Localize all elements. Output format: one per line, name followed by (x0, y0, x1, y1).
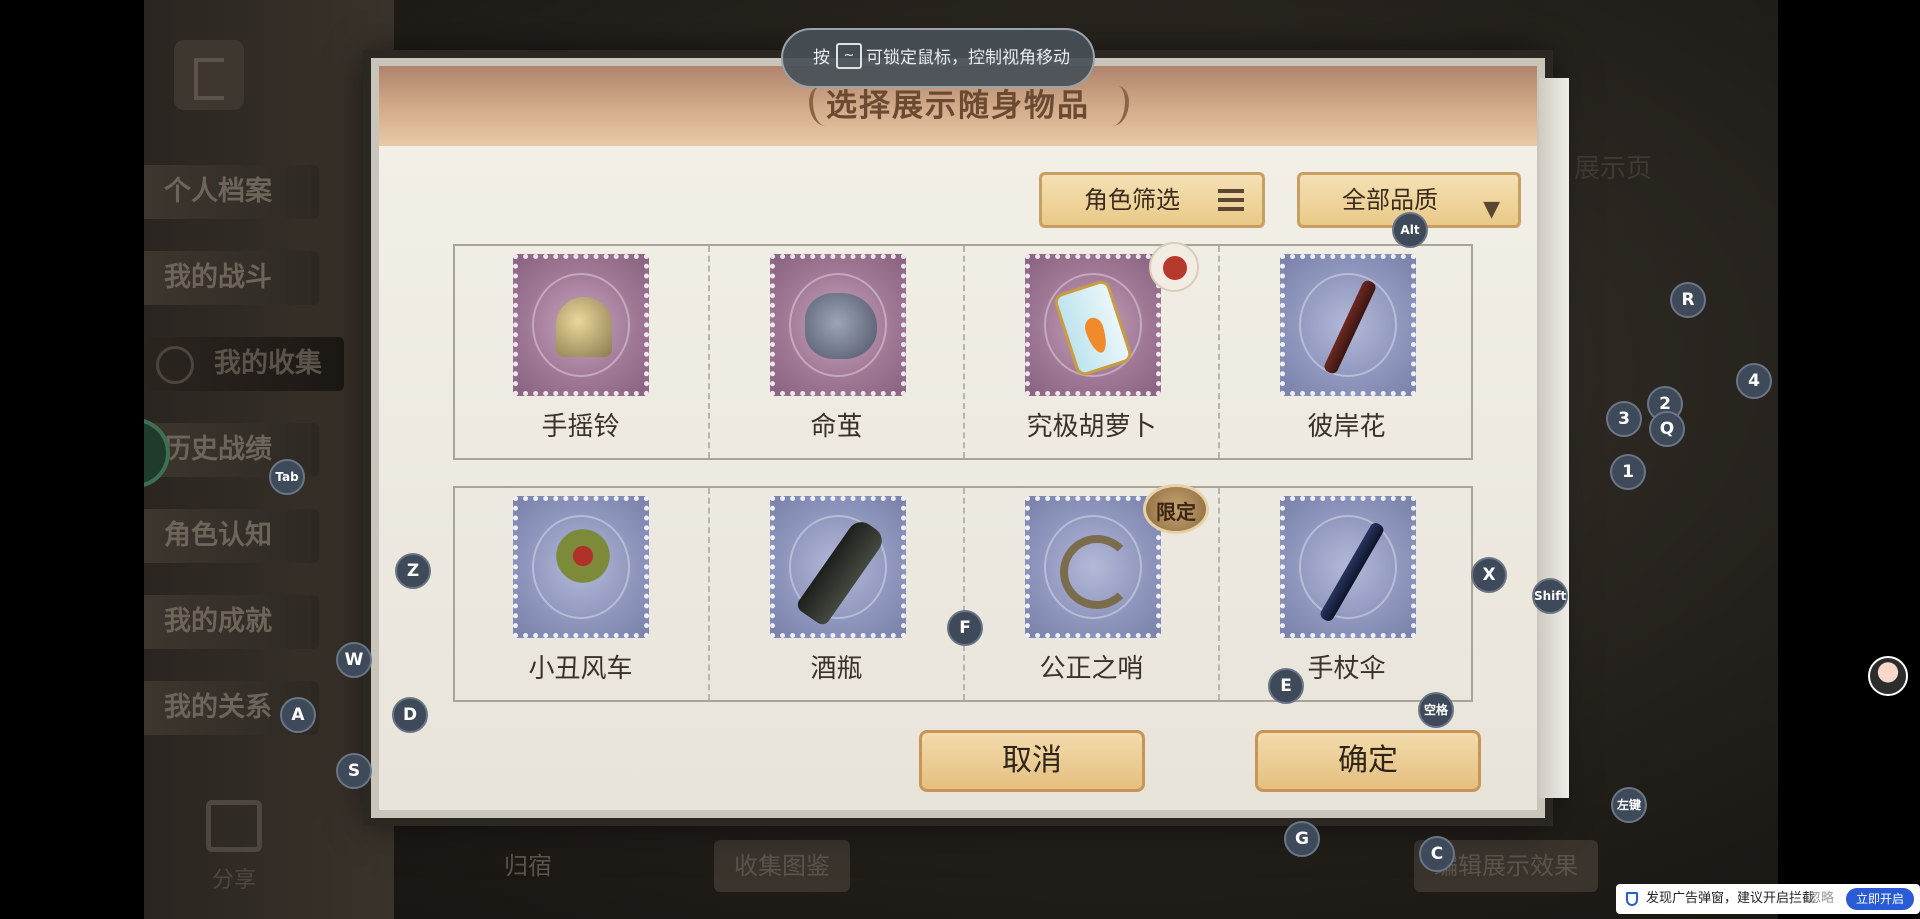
key-z[interactable]: Z (395, 553, 431, 589)
limited-badge: 限定 (1143, 484, 1209, 534)
key-a[interactable]: A (280, 697, 316, 733)
share-button[interactable]: 分享 (194, 800, 274, 900)
hint-text: 可锁定鼠标，控制视角移动 (866, 48, 1070, 68)
ignore-link[interactable]: 忽略 (1808, 884, 1834, 914)
nav-item-label: 角色认知 (164, 520, 272, 551)
key-4[interactable]: 4 (1736, 363, 1772, 399)
ad-block-notice: 发现广告弹窗，建议开启拦截 忽略 立即开启 (1616, 884, 1920, 914)
nav-item-label: 个人档案 (164, 176, 272, 207)
key-e[interactable]: E (1268, 668, 1304, 704)
paper-edge (1539, 78, 1569, 798)
nav-item-profile[interactable]: 个人档案 (144, 165, 319, 219)
ad-notice-text: 发现广告弹窗，建议开启拦截 (1646, 891, 1816, 906)
confirm-button[interactable]: 确定 (1255, 730, 1481, 792)
item-card-clown-pinwheel[interactable]: 小丑风车 (453, 488, 708, 700)
key-alt[interactable]: Alt (1392, 212, 1428, 248)
nav-item-collection[interactable]: 我的收集 (144, 337, 344, 391)
item-stamp-frame (770, 496, 906, 638)
key-c[interactable]: C (1419, 836, 1455, 872)
nav-item-role-cognition[interactable]: 角色认知 (144, 509, 319, 563)
nav-item-battles[interactable]: 我的战斗 (144, 251, 319, 305)
item-stamp-frame (1025, 496, 1161, 638)
item-stamp-frame (1025, 254, 1161, 396)
key-w[interactable]: W (336, 642, 372, 678)
item-row-1: 手摇铃 命茧 究极胡萝卜 彼岸花 (453, 242, 1473, 460)
pinwheel-icon (552, 525, 614, 587)
item-label: 酒瓶 (810, 654, 863, 684)
item-label: 公正之哨 (1039, 654, 1144, 684)
item-card-justice-whistle[interactable]: 限定 公正之哨 (963, 484, 1218, 700)
item-card-cane-umbrella[interactable]: 手杖伞 (1218, 488, 1473, 700)
item-stamp-frame (513, 254, 649, 396)
mouse-lock-hint: 按 ~ 可锁定鼠标，控制视角移动 (781, 28, 1095, 88)
chevron-down-icon: ▼ (1483, 197, 1500, 222)
item-stamp-frame (513, 496, 649, 638)
item-card-fate-cocoon[interactable]: 命茧 (708, 246, 963, 458)
quality-filter-label: 全部品质 (1342, 186, 1438, 214)
exit-icon[interactable] (174, 40, 244, 110)
item-label: 命茧 (810, 412, 863, 442)
item-row-2: 小丑风车 酒瓶 限定 公正之哨 手杖伞 (453, 484, 1473, 702)
item-label: 小丑风车 (528, 654, 633, 684)
nav-item-achievements[interactable]: 我的成就 (144, 595, 319, 649)
shield-icon (1626, 892, 1638, 906)
role-filter-button[interactable]: 角色筛选 (1039, 172, 1265, 228)
list-icon (1218, 189, 1244, 211)
collection-catalog-button[interactable]: 收集图鉴 (714, 840, 850, 892)
nav-item-label: 我的战斗 (164, 262, 272, 293)
laurel-whistle-icon (1060, 535, 1134, 609)
nav-item-label: 我的成就 (164, 606, 272, 637)
hint-prefix: 按 (813, 48, 830, 68)
item-label: 手摇铃 (541, 412, 620, 442)
item-card-spider-lily[interactable]: 彼岸花 (1218, 246, 1473, 458)
share-label: 分享 (211, 868, 256, 893)
item-label: 手杖伞 (1307, 654, 1386, 684)
key-d[interactable]: D (392, 697, 428, 733)
select-item-dialog: 选择展示随身物品 角色筛选 全部品质 ▼ 手摇铃 命茧 究极胡萝卜 彼岸花 小丑… (371, 58, 1569, 818)
key-g[interactable]: G (1284, 821, 1320, 857)
assistant-avatar-icon[interactable] (1868, 656, 1908, 696)
key-tab[interactable]: Tab (269, 459, 305, 495)
key-3[interactable]: 3 (1606, 401, 1642, 437)
item-stamp-frame (1280, 254, 1416, 396)
role-filter-label: 角色筛选 (1084, 186, 1180, 214)
key-s[interactable]: S (336, 753, 372, 789)
paw-badge-icon (1149, 242, 1199, 292)
nav-item-label: 历史战绩 (164, 434, 272, 465)
shield-icon (156, 346, 194, 384)
item-label: 究极胡萝卜 (1026, 412, 1157, 442)
key-r[interactable]: R (1670, 282, 1706, 318)
item-card-ultimate-carrot[interactable]: 究极胡萝卜 (963, 242, 1218, 458)
item-stamp-frame (770, 254, 906, 396)
nav-item-label: 我的关系 (164, 692, 272, 723)
item-card-hand-bell[interactable]: 手摇铃 (453, 246, 708, 458)
key-f[interactable]: F (947, 610, 983, 646)
key-q[interactable]: Q (1649, 411, 1685, 447)
key-1[interactable]: 1 (1610, 454, 1646, 490)
key-x[interactable]: X (1471, 557, 1507, 593)
home-link[interactable]: 归宿 (484, 840, 572, 892)
tilde-key-icon: ~ (836, 43, 862, 69)
key-shift[interactable]: Shift (1532, 578, 1568, 614)
item-card-wine-bottle[interactable]: 酒瓶 (708, 488, 963, 700)
cancel-button[interactable]: 取消 (919, 730, 1145, 792)
key-left-click[interactable]: 左键 (1611, 787, 1647, 823)
hand-bell-icon (556, 297, 612, 357)
nav-item-label: 我的收集 (214, 348, 322, 379)
screen: 个人档案 我的战斗 我的收集 历史战绩 角色认知 我的成就 我的关系 分享 展示… (0, 0, 1920, 919)
enable-now-button[interactable]: 立即开启 (1845, 888, 1914, 910)
showcase-page-label: 展示页 (1574, 154, 1653, 184)
item-stamp-frame (1280, 496, 1416, 638)
item-label: 彼岸花 (1307, 412, 1386, 442)
cocoon-icon (805, 293, 877, 359)
share-icon (206, 800, 262, 852)
key-space[interactable]: 空格 (1418, 692, 1454, 728)
